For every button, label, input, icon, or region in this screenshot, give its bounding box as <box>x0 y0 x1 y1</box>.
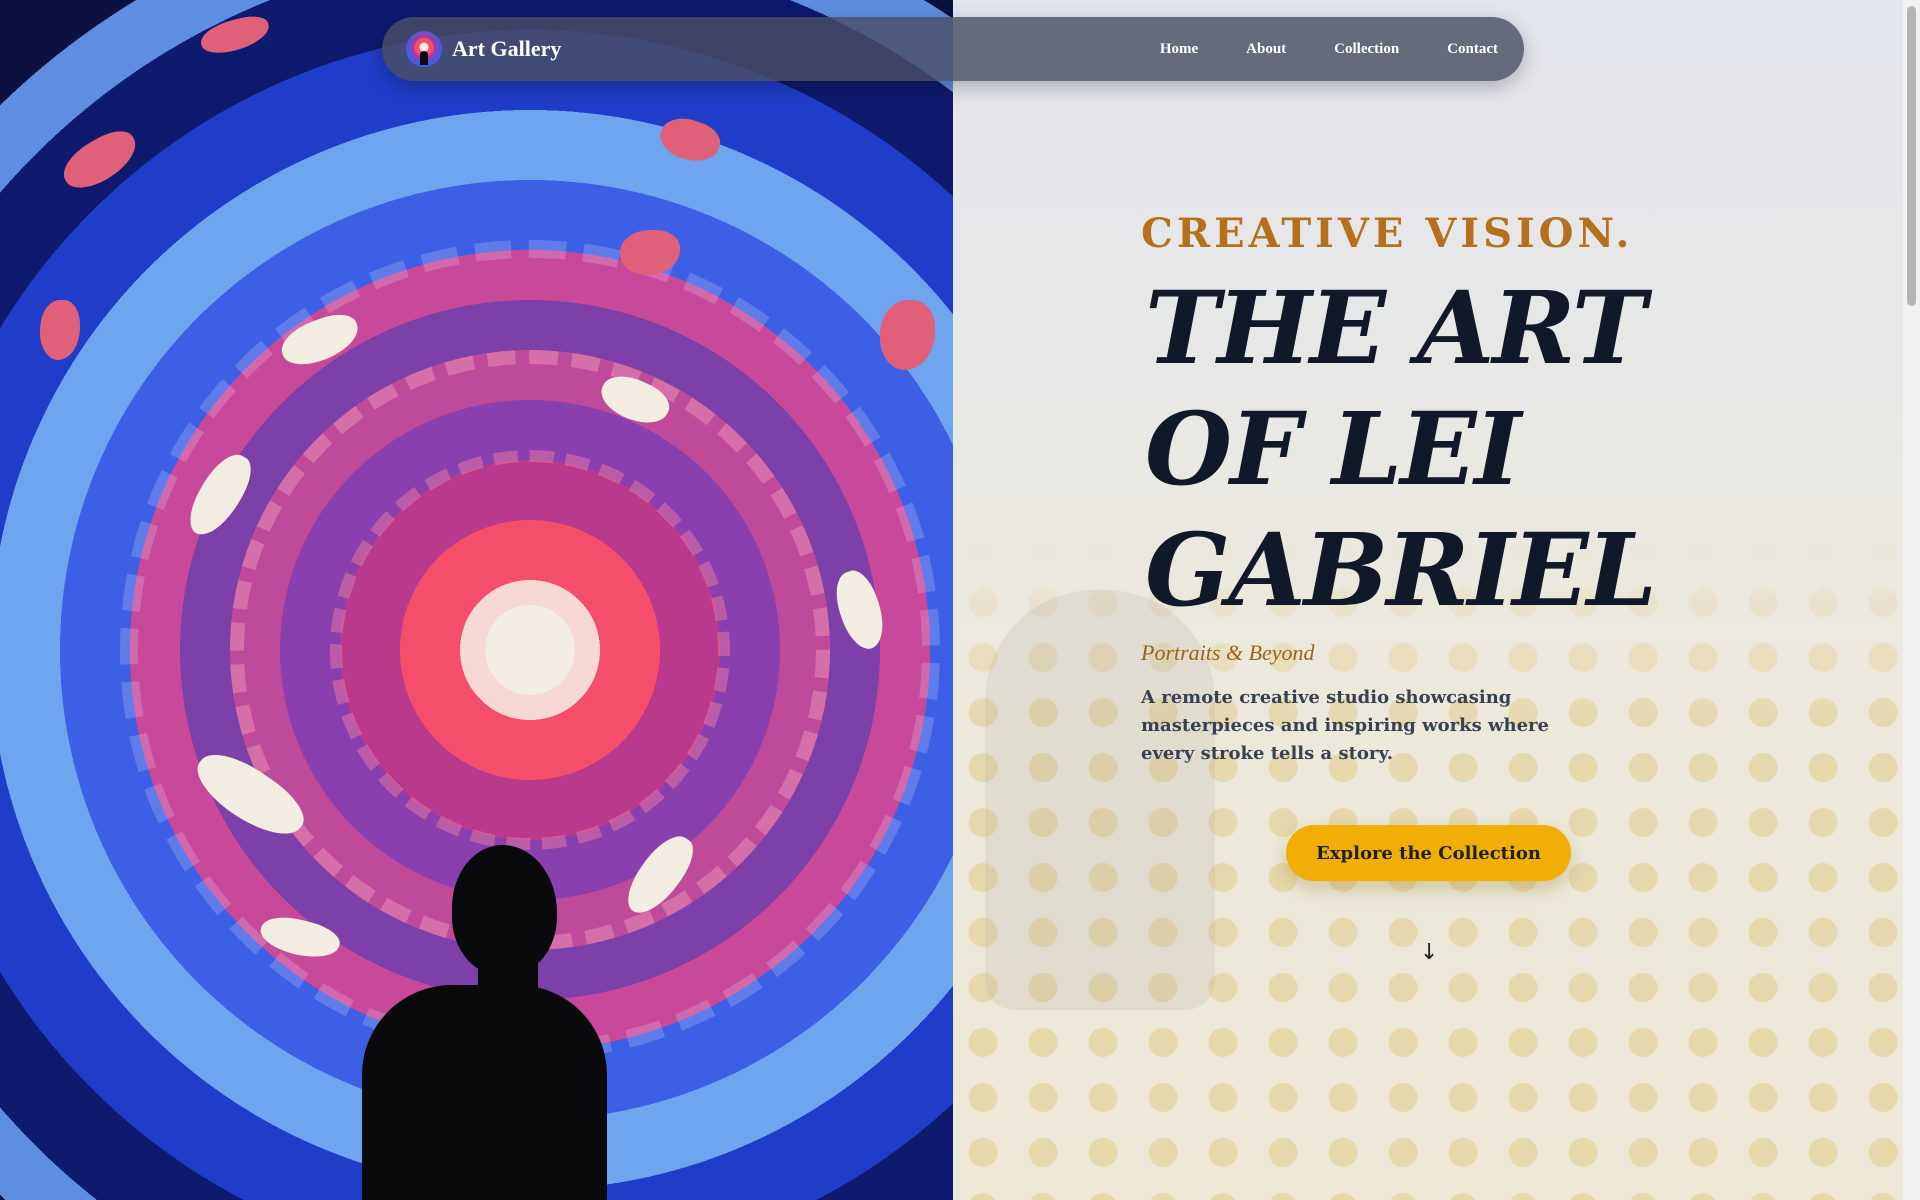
explore-collection-button[interactable]: Explore the Collection <box>1286 825 1571 881</box>
hero-headline: THE ART OF LEI GABRIEL <box>1145 268 1705 631</box>
logo-icon <box>406 31 442 67</box>
headline-line-2: OF LEI <box>1145 390 1521 508</box>
hero-eyebrow: CREATIVE VISION. <box>1141 210 1634 257</box>
nav-link-about[interactable]: About <box>1246 41 1286 58</box>
hero-subtitle: Portraits & Beyond <box>1141 640 1315 665</box>
headline-line-3: GABRIEL <box>1145 511 1657 629</box>
brand-logo[interactable]: Art Gallery <box>406 31 561 67</box>
hero-description: A remote creative studio showcasing mast… <box>1141 687 1549 764</box>
scrollbar-thumb[interactable] <box>1907 6 1916 306</box>
brand-name: Art Gallery <box>452 36 562 61</box>
down-arrow-icon[interactable]: ↓ <box>1420 940 1438 968</box>
scrollbar[interactable] <box>1903 0 1920 1200</box>
nav-link-collection[interactable]: Collection <box>1334 41 1399 58</box>
hero-painting <box>0 0 953 1200</box>
silhouette-figure <box>452 845 557 975</box>
headline-line-1: THE ART <box>1145 269 1646 387</box>
nav-link-contact[interactable]: Contact <box>1447 41 1498 58</box>
nav-links: Home About Collection Contact <box>1160 41 1498 58</box>
navbar: Art Gallery Home About Collection Contac… <box>382 17 1524 81</box>
nav-link-home[interactable]: Home <box>1160 41 1198 58</box>
